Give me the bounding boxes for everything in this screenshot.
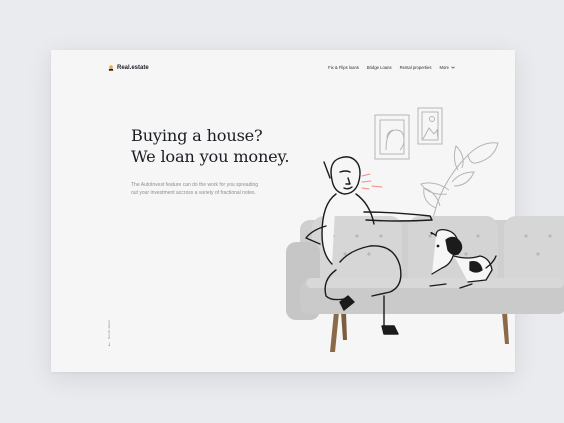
nav-rental-properties[interactable]: Rental properties (400, 65, 432, 70)
landing-page: Real.estate Fix & Flips loans Bridge Loa… (51, 50, 515, 372)
arrow-down-icon: ↓ (107, 341, 111, 348)
headline-line-2: We loan you money. (131, 147, 290, 166)
brand-logo[interactable]: Real.estate (108, 65, 149, 71)
headline-line-1: Buying a house? (131, 126, 263, 145)
brand-name: Real.estate (117, 65, 149, 71)
nav-more-label: More (439, 65, 449, 70)
hero-headline: Buying a house? We loan you money. (131, 125, 289, 167)
nav-more[interactable]: More (439, 65, 455, 70)
nav-bridge-loans[interactable]: Bridge Loans (367, 65, 392, 70)
scroll-down-label: Scroll down (107, 320, 111, 339)
hero-subtext: The AutoInvest feature can do the work f… (131, 181, 311, 197)
subtext-line-2: out your investment accross a variety of… (131, 190, 256, 196)
logo-icon (108, 65, 114, 71)
main-nav: Fix & Flips loans Bridge Loans Rental pr… (328, 65, 455, 70)
nav-fix-flips[interactable]: Fix & Flips loans (328, 65, 359, 70)
scroll-down-hint[interactable]: Scroll down ↓ (107, 320, 111, 348)
subtext-line-1: The AutoInvest feature can do the work f… (131, 182, 259, 188)
chevron-down-icon (451, 66, 455, 69)
